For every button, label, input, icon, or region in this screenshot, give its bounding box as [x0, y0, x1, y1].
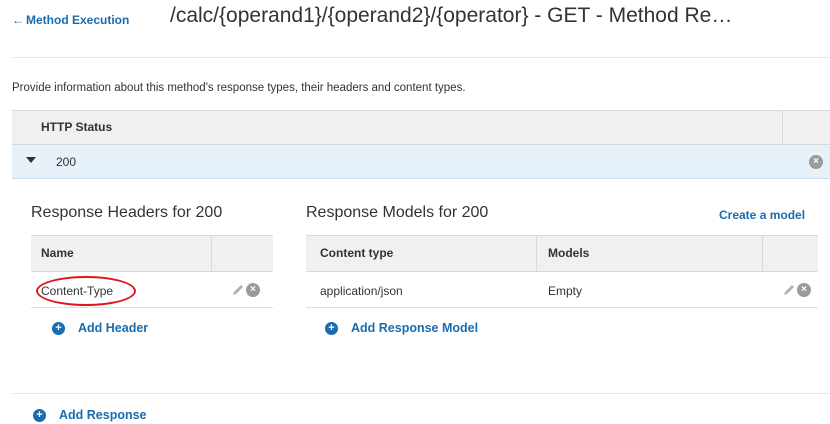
page-title: /calc/{operand1}/{operand2}/{operator} -… [170, 4, 733, 27]
header-row-actions: × [231, 283, 260, 297]
response-headers-title: Response Headers for 200 [31, 204, 223, 221]
header-divider [12, 57, 830, 58]
response-models-title: Response Models for 200 [306, 204, 489, 221]
model-row-application-json: application/json Empty × [306, 272, 818, 308]
pencil-icon[interactable] [231, 283, 245, 297]
model-row-actions: × [782, 283, 811, 297]
add-response-label: Add Response [59, 408, 147, 422]
create-model-link[interactable]: Create a model [719, 208, 805, 222]
remove-model-icon[interactable]: × [797, 283, 811, 297]
headers-table-header: Name [31, 235, 273, 272]
content-type-value: application/json [320, 284, 403, 298]
models-table-header: Content type Models [306, 235, 818, 272]
name-column-header: Name [41, 246, 74, 260]
plus-circle-icon: + [33, 408, 46, 422]
plus-circle-icon: + [325, 321, 338, 335]
back-arrow-icon: ← [12, 13, 24, 27]
add-header-button[interactable]: + Add Header [52, 321, 148, 335]
column-divider [762, 236, 763, 271]
models-column-header: Models [548, 246, 590, 260]
column-divider [211, 236, 212, 271]
section-divider [12, 393, 830, 394]
intro-text: Provide information about this method's … [12, 82, 466, 94]
add-response-model-label: Add Response Model [351, 321, 479, 335]
http-status-table-header: HTTP Status [12, 110, 830, 145]
content-type-column-header: Content type [320, 246, 394, 260]
http-status-column-header: HTTP Status [41, 120, 113, 134]
remove-response-icon[interactable]: × [809, 155, 823, 169]
column-divider [782, 111, 783, 144]
add-response-model-button[interactable]: + Add Response Model [325, 321, 478, 335]
add-response-button[interactable]: + Add Response [33, 408, 147, 422]
add-header-label: Add Header [78, 321, 149, 335]
plus-circle-icon: + [52, 321, 65, 335]
model-value: Empty [548, 284, 583, 298]
status-row-200[interactable]: 200 × [12, 145, 830, 179]
back-to-method-execution-link[interactable]: ← Method Execution [12, 13, 129, 27]
column-divider [536, 236, 537, 271]
remove-header-icon[interactable]: × [246, 283, 260, 297]
status-code: 200 [56, 155, 77, 169]
annotation-ellipse [36, 276, 136, 306]
caret-down-icon[interactable] [26, 157, 36, 163]
back-link-label: Method Execution [26, 13, 130, 27]
pencil-icon[interactable] [782, 283, 796, 297]
